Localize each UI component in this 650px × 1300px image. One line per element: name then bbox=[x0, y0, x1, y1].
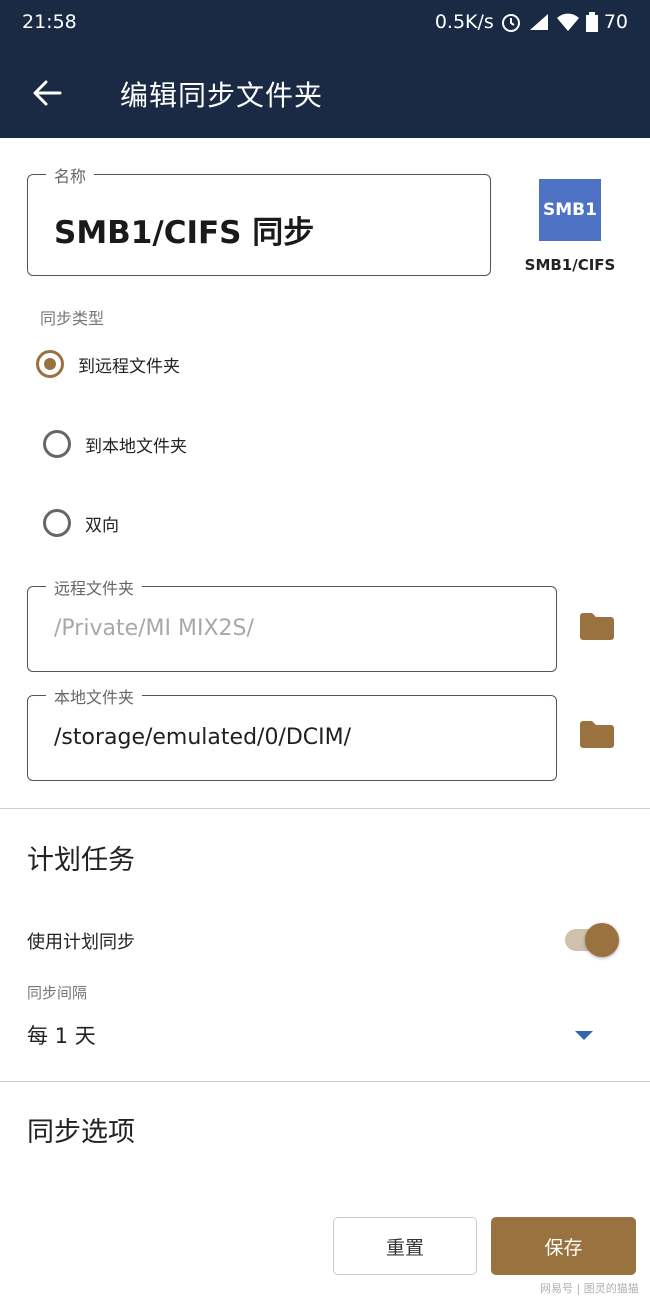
radio-button[interactable] bbox=[43, 430, 71, 458]
save-button[interactable]: 保存 bbox=[491, 1217, 636, 1275]
wifi-icon bbox=[556, 13, 579, 31]
use-schedule-label: 使用计划同步 bbox=[27, 932, 135, 953]
sync-interval-label: 同步间隔 bbox=[27, 984, 88, 1002]
radio-button[interactable] bbox=[43, 509, 71, 537]
protocol-label: SMB1/CIFS bbox=[524, 256, 616, 274]
divider bbox=[0, 1081, 650, 1082]
name-field[interactable]: 名称 SMB1/CIFS 同步 bbox=[27, 163, 491, 276]
sync-interval-dropdown[interactable]: 每 1 天 bbox=[27, 1020, 96, 1050]
alarm-icon bbox=[501, 14, 520, 32]
smb-logo[interactable]: SMB1 bbox=[539, 179, 601, 241]
status-time: 21:58 bbox=[22, 11, 77, 33]
local-folder-label: 本地文件夹 bbox=[46, 684, 143, 708]
battery-icon bbox=[585, 12, 598, 32]
app-bar: 编辑同步文件夹 bbox=[0, 46, 650, 138]
remote-folder-label: 远程文件夹 bbox=[46, 575, 143, 599]
radio-label: 到远程文件夹 bbox=[78, 356, 180, 377]
name-field-label: 名称 bbox=[46, 163, 95, 187]
folder-icon[interactable] bbox=[580, 721, 614, 748]
schedule-section-title: 计划任务 bbox=[27, 845, 135, 876]
name-value[interactable]: SMB1/CIFS 同步 bbox=[54, 207, 314, 252]
radio-to-remote[interactable]: 到远程文件夹 bbox=[36, 350, 180, 378]
folder-icon[interactable] bbox=[580, 613, 614, 640]
radio-to-local[interactable]: 到本地文件夹 bbox=[43, 430, 187, 458]
radio-label: 双向 bbox=[85, 515, 119, 536]
watermark: 网易号 | 图灵的猫猫 bbox=[540, 1282, 639, 1295]
radio-button-checked[interactable] bbox=[36, 350, 64, 378]
use-schedule-toggle[interactable] bbox=[585, 923, 619, 957]
network-speed: 0.5K/s bbox=[434, 11, 494, 33]
smb-logo-text: SMB1 bbox=[543, 200, 597, 220]
battery-level: 70 bbox=[603, 11, 628, 33]
radio-label: 到本地文件夹 bbox=[85, 436, 187, 457]
divider bbox=[0, 808, 650, 809]
remote-folder-value[interactable]: /Private/MI MIX2S/ bbox=[54, 616, 254, 641]
page-title: 编辑同步文件夹 bbox=[120, 79, 324, 112]
local-folder-value[interactable]: /storage/emulated/0/DCIM/ bbox=[54, 725, 351, 750]
status-icons: 0.5K/s 70 bbox=[435, 11, 628, 33]
radio-two-way[interactable]: 双向 bbox=[43, 509, 119, 537]
sync-options-section-title[interactable]: 同步选项 bbox=[27, 1110, 135, 1149]
arrow-left-icon[interactable] bbox=[30, 76, 64, 110]
sync-type-label: 同步类型 bbox=[40, 309, 105, 328]
chevron-down-icon[interactable] bbox=[575, 1031, 593, 1040]
local-folder-field[interactable]: 本地文件夹 /storage/emulated/0/DCIM/ bbox=[27, 684, 557, 781]
signal-icon bbox=[529, 14, 548, 30]
reset-button[interactable]: 重置 bbox=[333, 1217, 477, 1275]
remote-folder-field[interactable]: 远程文件夹 /Private/MI MIX2S/ bbox=[27, 575, 557, 672]
status-bar: 21:58 0.5K/s 70 bbox=[0, 0, 650, 46]
